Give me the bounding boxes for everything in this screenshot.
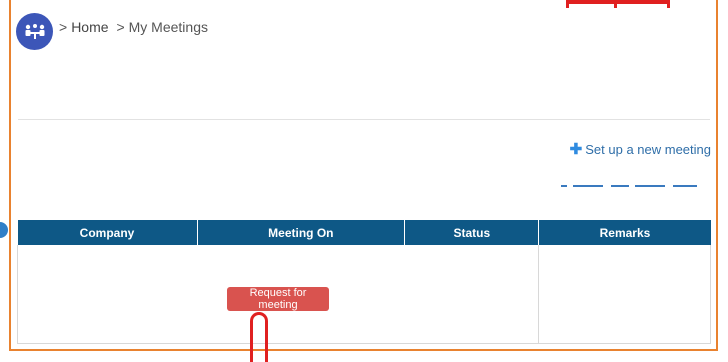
pointer-marker — [250, 312, 268, 362]
column-header-status[interactable]: Status — [404, 220, 540, 245]
table-cell-remarks — [538, 245, 711, 344]
breadcrumb-current: My Meetings — [128, 19, 208, 35]
header-divider — [18, 119, 710, 120]
column-header-meeting-on[interactable]: Meeting On — [197, 220, 406, 245]
request-meeting-button[interactable]: Request for meeting — [227, 287, 329, 311]
table-header-row: Company Meeting On Status Remarks — [17, 220, 711, 245]
plus-icon: ✚ — [569, 141, 583, 158]
table-row — [16, 245, 711, 344]
breadcrumb-home-link[interactable]: Home — [71, 19, 108, 35]
meeting-people-icon — [25, 23, 44, 39]
breadcrumb-separator: > — [116, 19, 125, 35]
setup-new-meeting-label: Set up a new meeting — [585, 141, 711, 157]
side-scroll-indicator[interactable] — [0, 222, 8, 238]
breadcrumb-separator: > — [59, 19, 68, 35]
column-header-remarks[interactable]: Remarks — [538, 220, 711, 245]
meetings-table: Company Meeting On Status Remarks — [16, 220, 711, 344]
breadcrumb: > Home > My Meetings — [59, 19, 212, 35]
highlight-bracket-top — [566, 0, 670, 8]
column-header-company[interactable]: Company — [17, 220, 198, 245]
meeting-logo-icon[interactable] — [16, 13, 53, 50]
setup-new-meeting-link[interactable]: ✚ Set up a new meeting — [570, 140, 711, 158]
truncated-text-line — [561, 178, 711, 190]
